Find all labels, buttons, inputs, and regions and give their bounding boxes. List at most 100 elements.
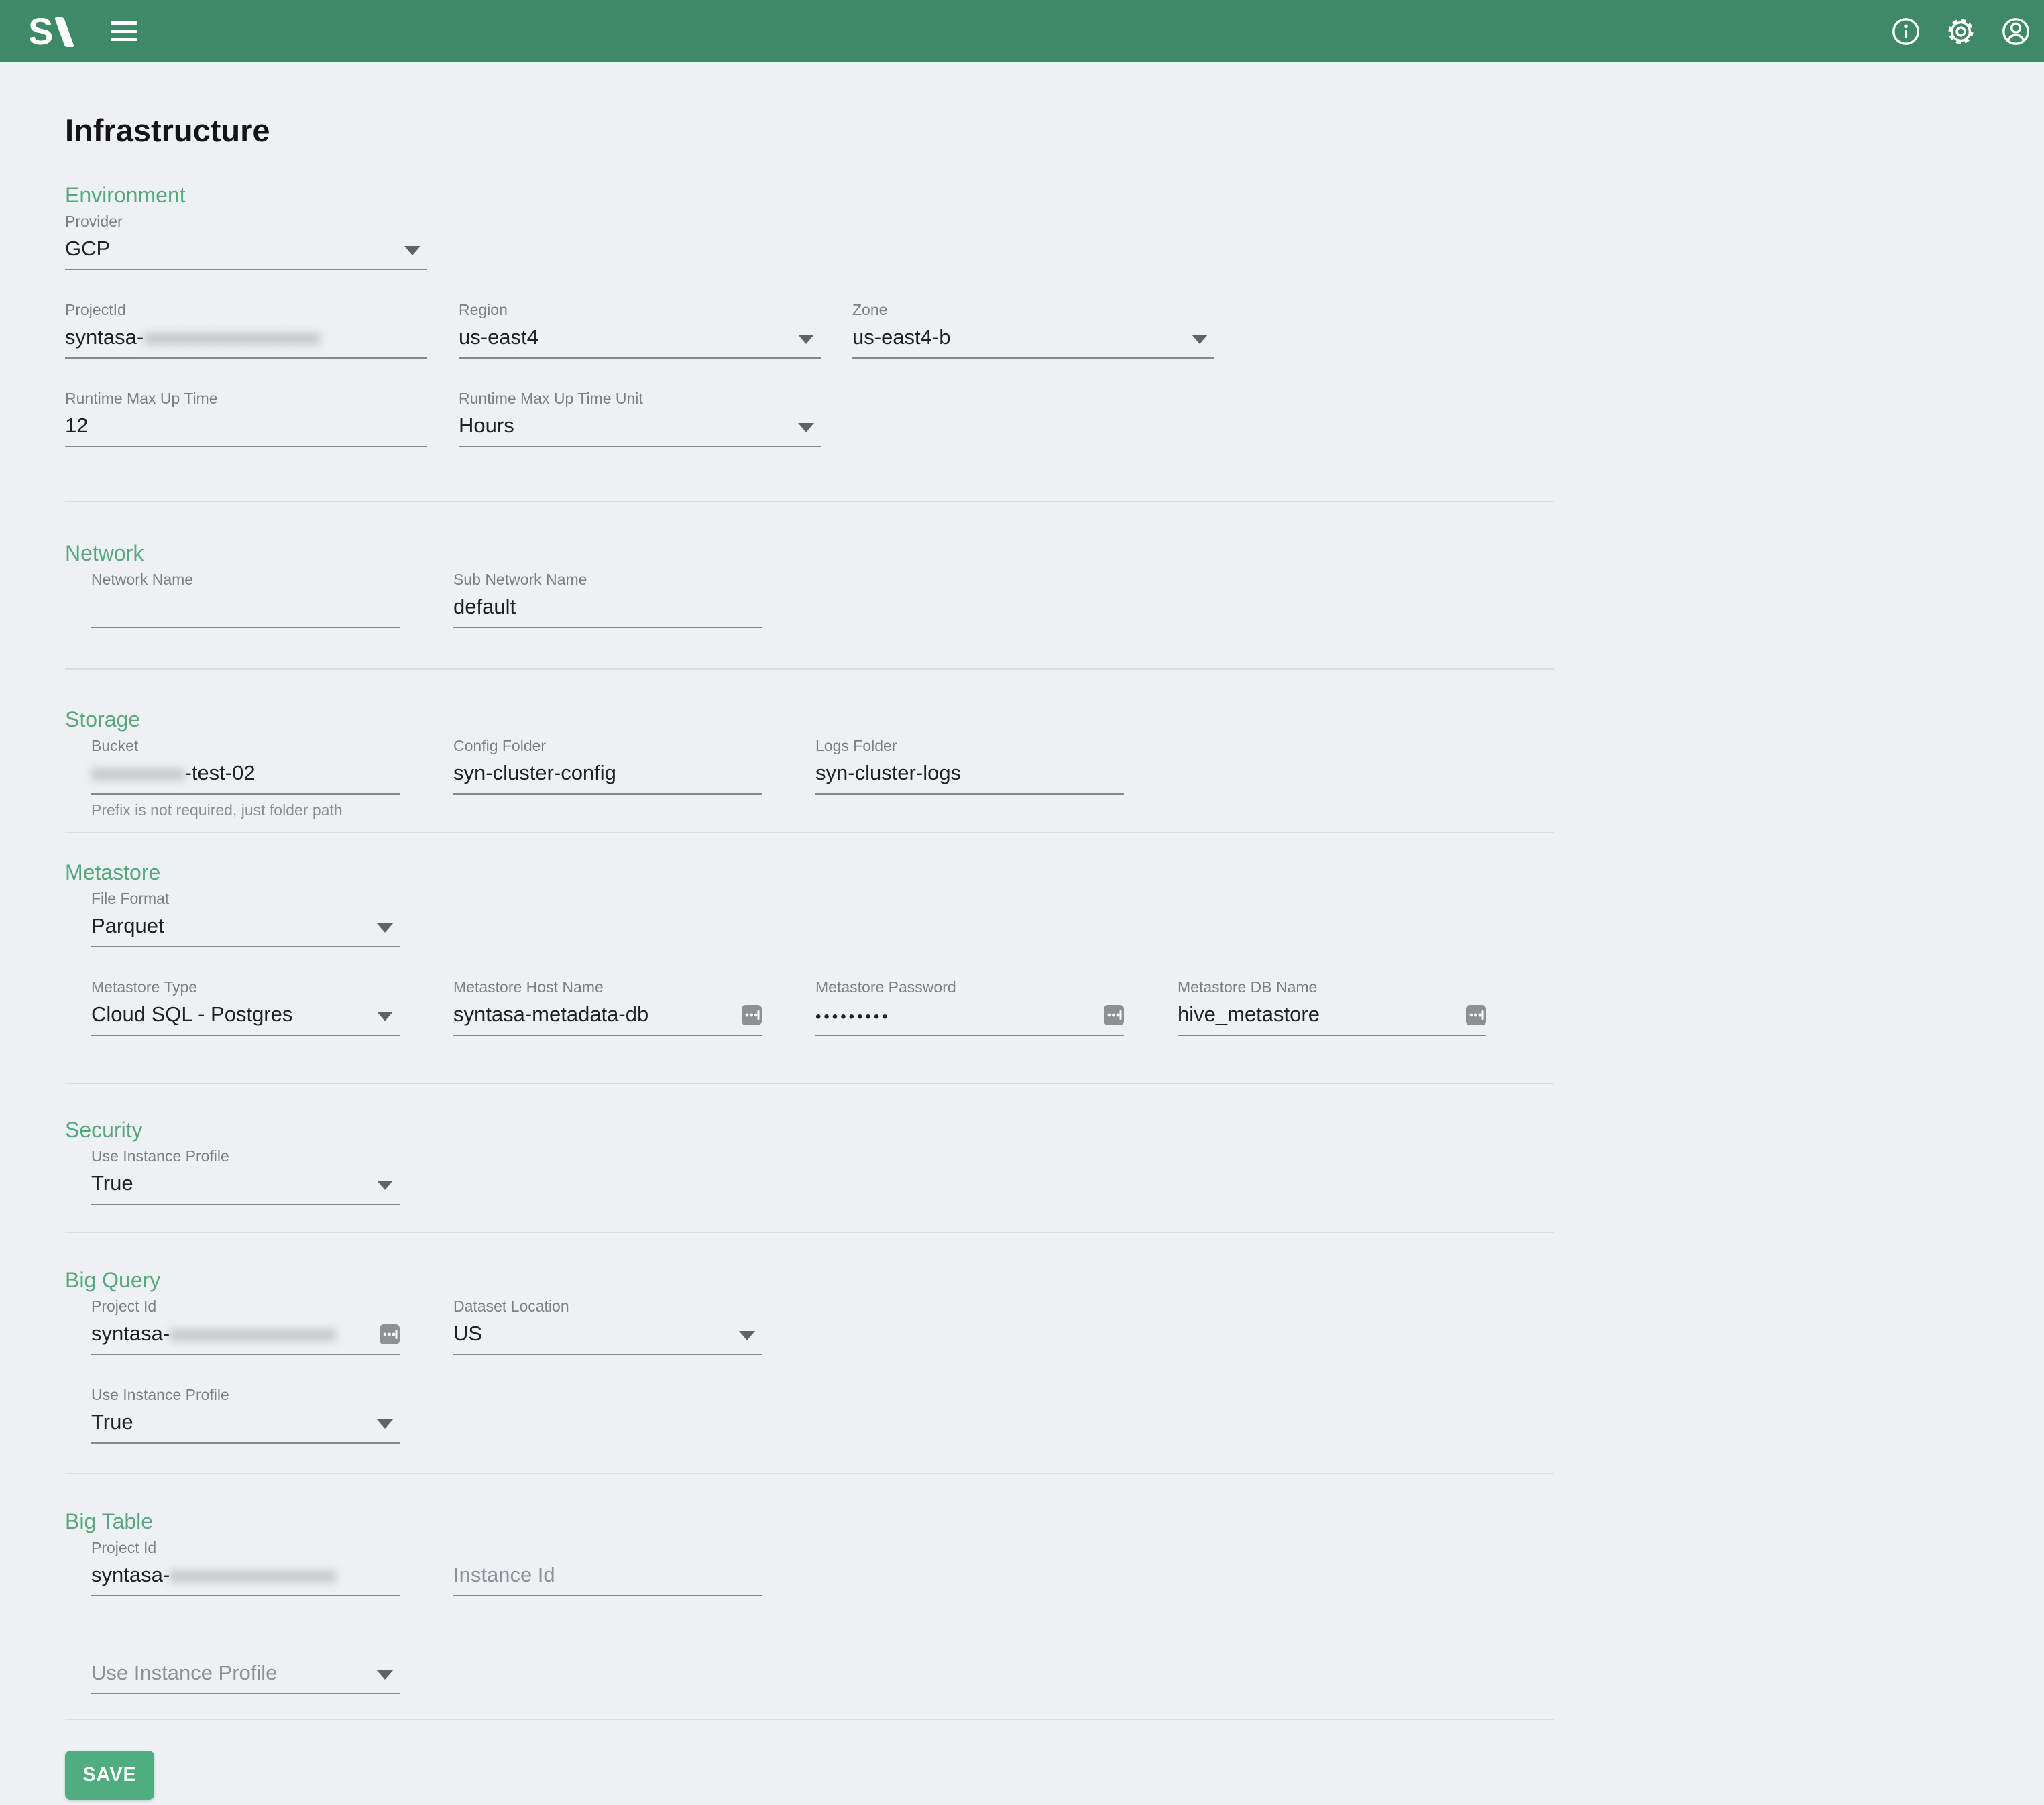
big-query-row-2: Use Instance Profile True <box>91 1386 2044 1444</box>
menu-button[interactable] <box>105 16 143 46</box>
zone-select[interactable]: us-east4-b <box>852 324 1214 359</box>
value-suffix: -test-02 <box>185 761 255 784</box>
dropdown-arrow-icon <box>377 1012 393 1021</box>
big-table-row-2: Use Instance Profile <box>91 1637 2044 1694</box>
metastore-db-name-input[interactable]: hive_metastore <box>1178 1001 1486 1036</box>
dataset-location-select[interactable]: US <box>453 1320 762 1355</box>
section-divider <box>65 501 1554 502</box>
selected-value: Hours <box>459 414 514 437</box>
big-query-project-id-input[interactable]: syntasa-xxxxxxxxxxxxxxxx <box>91 1320 400 1355</box>
field-label: Provider <box>65 213 427 230</box>
selected-value: US <box>453 1322 482 1345</box>
security-use-instance-profile-select[interactable]: True <box>91 1170 400 1205</box>
field-label <box>91 1637 400 1654</box>
save-button[interactable]: SAVE <box>65 1751 154 1800</box>
config-folder-field: Config Folder syn-cluster-config <box>453 737 762 819</box>
metastore-type-field: Metastore Type Cloud SQL - Postgres <box>91 978 400 1036</box>
field-label: Bucket <box>91 737 400 754</box>
input-field-icon[interactable] <box>1466 1005 1486 1025</box>
main-content: Infrastructure Environment Provider GCP … <box>0 112 2044 1800</box>
field-label <box>453 1539 762 1556</box>
region-field: Region us-east4 <box>459 301 821 359</box>
network-row: Network Name Sub Network Name default <box>91 571 2044 628</box>
input-field-icon[interactable] <box>380 1324 400 1344</box>
dropdown-arrow-icon <box>1192 335 1208 344</box>
field-label: Sub Network Name <box>453 571 762 588</box>
instance-id-input[interactable]: Instance Id <box>453 1562 762 1596</box>
value: syn-cluster-logs <box>815 761 961 784</box>
dropdown-arrow-icon <box>377 923 393 933</box>
runtime-max-up-time-unit-select[interactable]: Hours <box>459 412 821 447</box>
selected-value: us-east4 <box>459 325 538 349</box>
big-query-project-id-field: Project Id syntasa-xxxxxxxxxxxxxxxx <box>91 1297 400 1355</box>
account-icon <box>2000 16 2031 47</box>
big-table-use-instance-profile-select[interactable]: Use Instance Profile <box>91 1660 400 1694</box>
runtime-max-up-time-unit-field: Runtime Max Up Time Unit Hours <box>459 390 821 447</box>
masked-password: ••••••••• <box>815 1002 891 1029</box>
config-folder-input[interactable]: syn-cluster-config <box>453 760 762 795</box>
metastore-password-field: Metastore Password ••••••••• <box>815 978 1124 1036</box>
section-heading-security: Security <box>65 1118 2044 1142</box>
field-label: Zone <box>852 301 1214 318</box>
file-format-select[interactable]: Parquet <box>91 913 400 947</box>
metastore-db-name-field: Metastore DB Name hive_metastore <box>1178 978 1486 1036</box>
settings-button[interactable] <box>1945 15 1977 48</box>
big-table-project-id-field: Project Id syntasa-xxxxxxxxxxxxxxxx <box>91 1539 400 1596</box>
field-label: Use Instance Profile <box>91 1386 400 1403</box>
project-id-input[interactable]: syntasa-xxxxxxxxxxxxxxxxx <box>65 324 427 359</box>
big-query-use-instance-profile-select[interactable]: True <box>91 1409 400 1444</box>
input-field-icon[interactable] <box>1104 1005 1124 1025</box>
network-name-input[interactable] <box>91 593 400 628</box>
value: syntasa-metadata-db <box>453 1002 648 1026</box>
provider-select[interactable]: GCP <box>65 235 427 270</box>
instance-id-field: Instance Id <box>453 1539 762 1596</box>
field-label: Config Folder <box>453 737 762 754</box>
field-label: Metastore Type <box>91 978 400 996</box>
field-label: File Format <box>91 890 400 907</box>
bucket-input[interactable]: xxxxxxxxx-test-02 <box>91 760 400 795</box>
field-label: Metastore Password <box>815 978 1124 996</box>
app-header: S <box>0 0 2044 62</box>
input-field-icon[interactable] <box>742 1005 762 1025</box>
selected-value: GCP <box>65 237 110 260</box>
section-divider <box>65 1232 1554 1233</box>
dropdown-arrow-icon <box>377 1181 393 1190</box>
redacted-value: xxxxxxxxx <box>91 761 185 784</box>
selected-value: us-east4-b <box>852 325 950 349</box>
section-divider <box>65 1719 1554 1720</box>
metastore-host-name-input[interactable]: syntasa-metadata-db <box>453 1001 762 1036</box>
project-id-field: ProjectId syntasa-xxxxxxxxxxxxxxxxx <box>65 301 427 359</box>
dropdown-arrow-icon <box>404 246 420 255</box>
info-button[interactable] <box>1890 15 1922 48</box>
big-table-project-id-input[interactable]: syntasa-xxxxxxxxxxxxxxxx <box>91 1562 400 1596</box>
metastore-password-input[interactable]: ••••••••• <box>815 1001 1124 1036</box>
sub-network-name-field: Sub Network Name default <box>453 571 762 628</box>
big-table-row-1: Project Id syntasa-xxxxxxxxxxxxxxxx Inst… <box>91 1539 2044 1596</box>
value: syn-cluster-config <box>453 761 616 784</box>
value: 12 <box>65 414 88 437</box>
sub-network-name-input[interactable]: default <box>453 593 762 628</box>
logo-slash-icon <box>54 17 74 47</box>
redacted-value: xxxxxxxxxxxxxxxx <box>170 1563 336 1586</box>
selected-value: True <box>91 1410 133 1434</box>
field-label: ProjectId <box>65 301 427 318</box>
big-query-row-1: Project Id syntasa-xxxxxxxxxxxxxxxx Data… <box>91 1297 2044 1355</box>
dropdown-arrow-icon <box>739 1331 755 1340</box>
section-heading-environment: Environment <box>65 183 2044 207</box>
field-label: Metastore DB Name <box>1178 978 1486 996</box>
appbar-actions <box>1890 15 2044 48</box>
metastore-row-2: Metastore Type Cloud SQL - Postgres Meta… <box>91 978 2044 1036</box>
value-prefix: syntasa- <box>91 1563 170 1586</box>
runtime-max-up-time-input[interactable]: 12 <box>65 412 427 447</box>
logo-letter: S <box>28 13 53 50</box>
environment-row-2: ProjectId syntasa-xxxxxxxxxxxxxxxxx Regi… <box>65 301 2044 359</box>
metastore-type-select[interactable]: Cloud SQL - Postgres <box>91 1001 400 1036</box>
logs-folder-input[interactable]: syn-cluster-logs <box>815 760 1124 795</box>
region-select[interactable]: us-east4 <box>459 324 821 359</box>
account-button[interactable] <box>2000 15 2032 48</box>
field-label: Metastore Host Name <box>453 978 762 996</box>
redacted-value: xxxxxxxxxxxxxxxxx <box>144 325 321 349</box>
section-divider <box>65 668 1554 670</box>
field-label: Runtime Max Up Time Unit <box>459 390 821 407</box>
dropdown-arrow-icon <box>377 1670 393 1680</box>
